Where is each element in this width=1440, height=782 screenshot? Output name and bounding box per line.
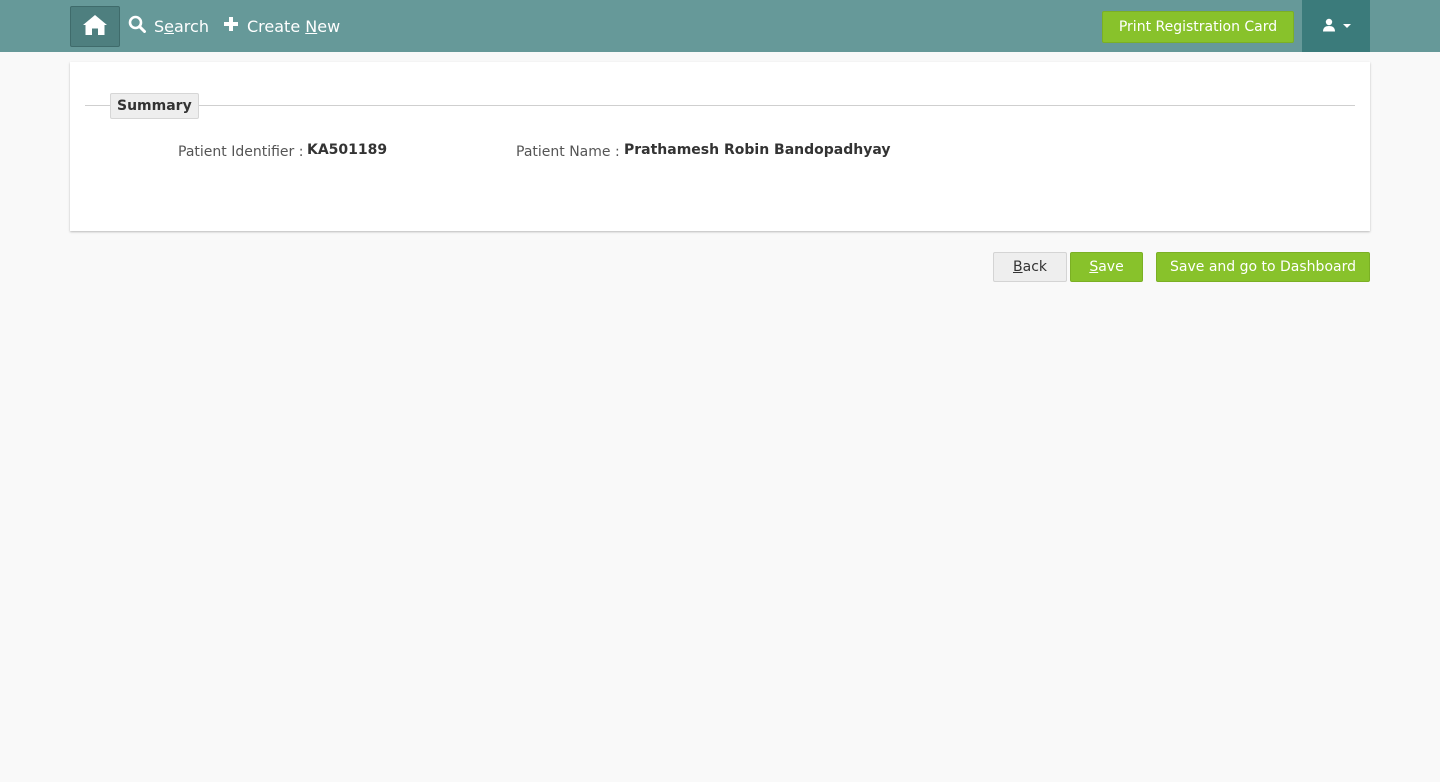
- save-button[interactable]: Save: [1070, 252, 1143, 282]
- user-icon: [1322, 17, 1336, 36]
- patient-name-label: Patient Name :: [516, 144, 620, 160]
- search-icon: [128, 15, 154, 37]
- user-menu-dropdown[interactable]: [1302, 0, 1370, 52]
- patient-identifier-label: Patient Identifier :: [178, 144, 304, 160]
- chevron-down-icon: [1342, 24, 1351, 28]
- create-new-link[interactable]: Create New: [223, 0, 340, 52]
- plus-icon: [223, 16, 247, 36]
- patient-identifier-value: KA501189: [307, 142, 388, 158]
- home-icon: [82, 14, 108, 40]
- back-button[interactable]: Back: [993, 252, 1067, 282]
- summary-panel: Summary Patient Identifier : KA501189 Pa…: [70, 62, 1370, 231]
- summary-legend: Summary: [110, 93, 199, 119]
- home-button[interactable]: [70, 6, 120, 47]
- save-and-go-to-dashboard-button[interactable]: Save and go to Dashboard: [1156, 252, 1370, 282]
- legend-divider: [85, 105, 1355, 106]
- patient-name-value: Prathamesh Robin Bandopadhyay: [624, 142, 891, 158]
- top-navbar: Search Create New Print Registration Car…: [0, 0, 1440, 52]
- search-link[interactable]: Search: [128, 0, 209, 52]
- print-registration-card-button[interactable]: Print Registration Card: [1102, 11, 1294, 43]
- create-new-label: Create New: [247, 16, 341, 36]
- search-label: Search: [154, 16, 209, 36]
